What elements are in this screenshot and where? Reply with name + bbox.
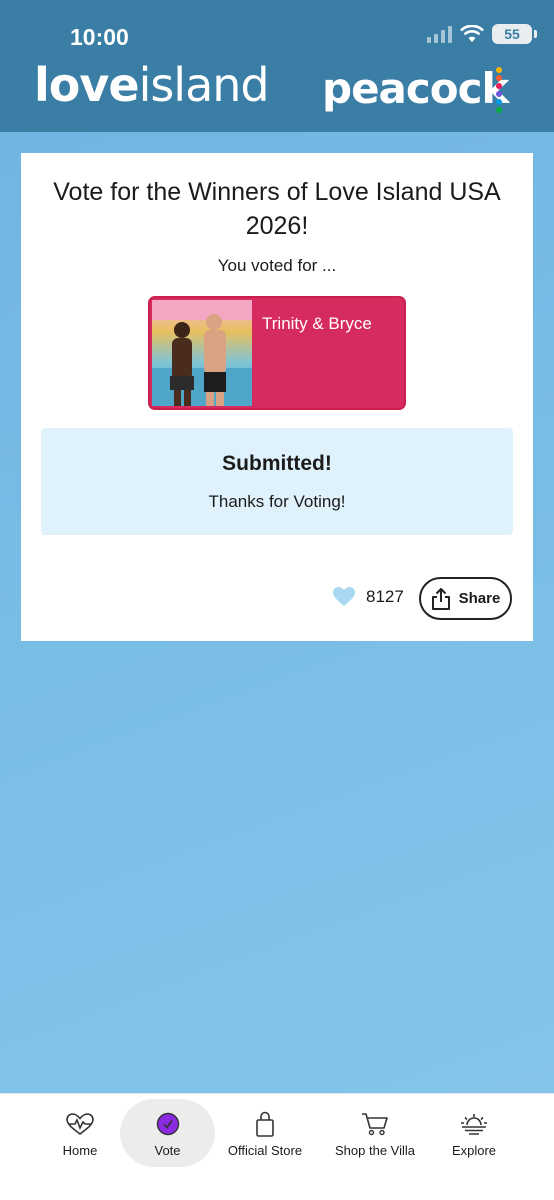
voted-label: You voted for ... xyxy=(217,256,337,275)
tab-official-store-label: Official Store xyxy=(227,1143,303,1158)
tab-vote-label: Vote xyxy=(154,1143,181,1158)
love-island-logo: loveisland xyxy=(34,58,270,112)
likes-count: 8127 xyxy=(366,586,404,606)
tab-home-label: Home xyxy=(62,1143,98,1158)
tab-shop-the-villa-label: Shop the Villa xyxy=(335,1143,415,1158)
submitted-title: Submitted! xyxy=(222,452,332,475)
vote-check-icon xyxy=(156,1112,179,1136)
share-button[interactable]: Share xyxy=(419,577,512,620)
app-header: 10:00 55 loveisland peacock xyxy=(0,0,554,132)
couple-name: Trinity & Bryce xyxy=(262,314,372,333)
tab-official-store[interactable]: Official Store xyxy=(220,1099,310,1167)
wifi-icon xyxy=(460,25,484,42)
battery-icon: 55 xyxy=(492,24,537,44)
heartbeat-icon xyxy=(66,1113,94,1136)
status-time: 10:00 xyxy=(70,24,129,50)
share-label: Share xyxy=(458,590,501,607)
cellular-signal-icon xyxy=(427,25,452,43)
tab-explore[interactable]: Explore xyxy=(436,1099,512,1167)
vote-card: Vote for the Winners of Love Island USA … xyxy=(21,153,533,641)
tab-shop-the-villa[interactable]: Shop the Villa xyxy=(326,1099,424,1167)
status-icons: 55 xyxy=(427,24,537,44)
share-icon xyxy=(431,587,450,610)
heart-icon[interactable] xyxy=(332,586,356,607)
voted-couple-card[interactable]: Trinity & Bryce xyxy=(148,296,406,410)
bottom-tab-bar: Home Vote Official Store Shop the Villa … xyxy=(0,1093,554,1200)
tab-home[interactable]: Home xyxy=(40,1099,120,1167)
submitted-subtitle: Thanks for Voting! xyxy=(208,492,346,511)
cart-icon xyxy=(362,1113,388,1136)
card-title: Vote for the Winners of Love Island USA … xyxy=(53,178,501,240)
tab-vote[interactable]: Vote xyxy=(120,1099,215,1167)
tab-explore-label: Explore xyxy=(451,1143,497,1158)
like-counter[interactable]: 8127 xyxy=(332,586,404,607)
peacock-logo: peacock xyxy=(322,64,509,113)
shopping-bag-icon xyxy=(256,1111,274,1137)
sunset-icon xyxy=(461,1114,487,1135)
peacock-dots-icon xyxy=(496,67,502,113)
submitted-banner: Submitted! Thanks for Voting! xyxy=(41,428,513,535)
couple-photo xyxy=(152,300,252,406)
